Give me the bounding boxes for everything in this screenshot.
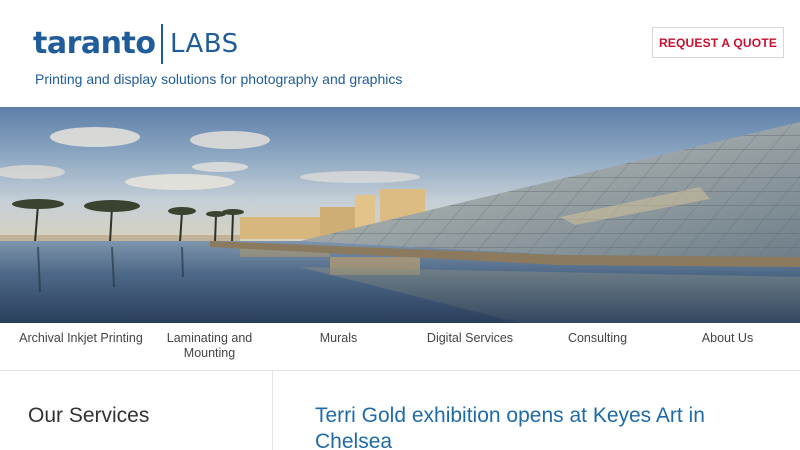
logo-subtitle: LABS bbox=[169, 29, 239, 59]
nav-item-about-us[interactable]: About Us bbox=[675, 323, 780, 370]
article-title-link[interactable]: Terri Gold exhibition opens at Keyes Art… bbox=[315, 403, 755, 450]
nav-item-laminating-and-mounting[interactable]: Laminating and Mounting bbox=[162, 323, 257, 370]
sidebar-title: Our Services bbox=[28, 404, 150, 427]
site-tagline: Printing and display solutions for photo… bbox=[35, 71, 403, 87]
site-logo[interactable]: taranto LABS bbox=[33, 22, 239, 66]
nav-item-consulting[interactable]: Consulting bbox=[520, 323, 675, 370]
logo-divider bbox=[161, 24, 163, 64]
logo-wordmark: taranto bbox=[33, 26, 156, 61]
site-header: taranto LABS Printing and display soluti… bbox=[0, 0, 800, 107]
news-section: Terri Gold exhibition opens at Keyes Art… bbox=[274, 371, 800, 450]
request-quote-button[interactable]: REQUEST A QUOTE bbox=[652, 27, 784, 58]
nav-item-digital-services[interactable]: Digital Services bbox=[420, 323, 520, 370]
services-sidebar: Our Services bbox=[0, 371, 273, 450]
nav-item-murals[interactable]: Murals bbox=[257, 323, 420, 370]
main-navigation: Archival Inkjet Printing Laminating and … bbox=[0, 323, 800, 371]
hero-image bbox=[0, 107, 800, 323]
nav-item-archival-inkjet-printing[interactable]: Archival Inkjet Printing bbox=[0, 323, 162, 370]
